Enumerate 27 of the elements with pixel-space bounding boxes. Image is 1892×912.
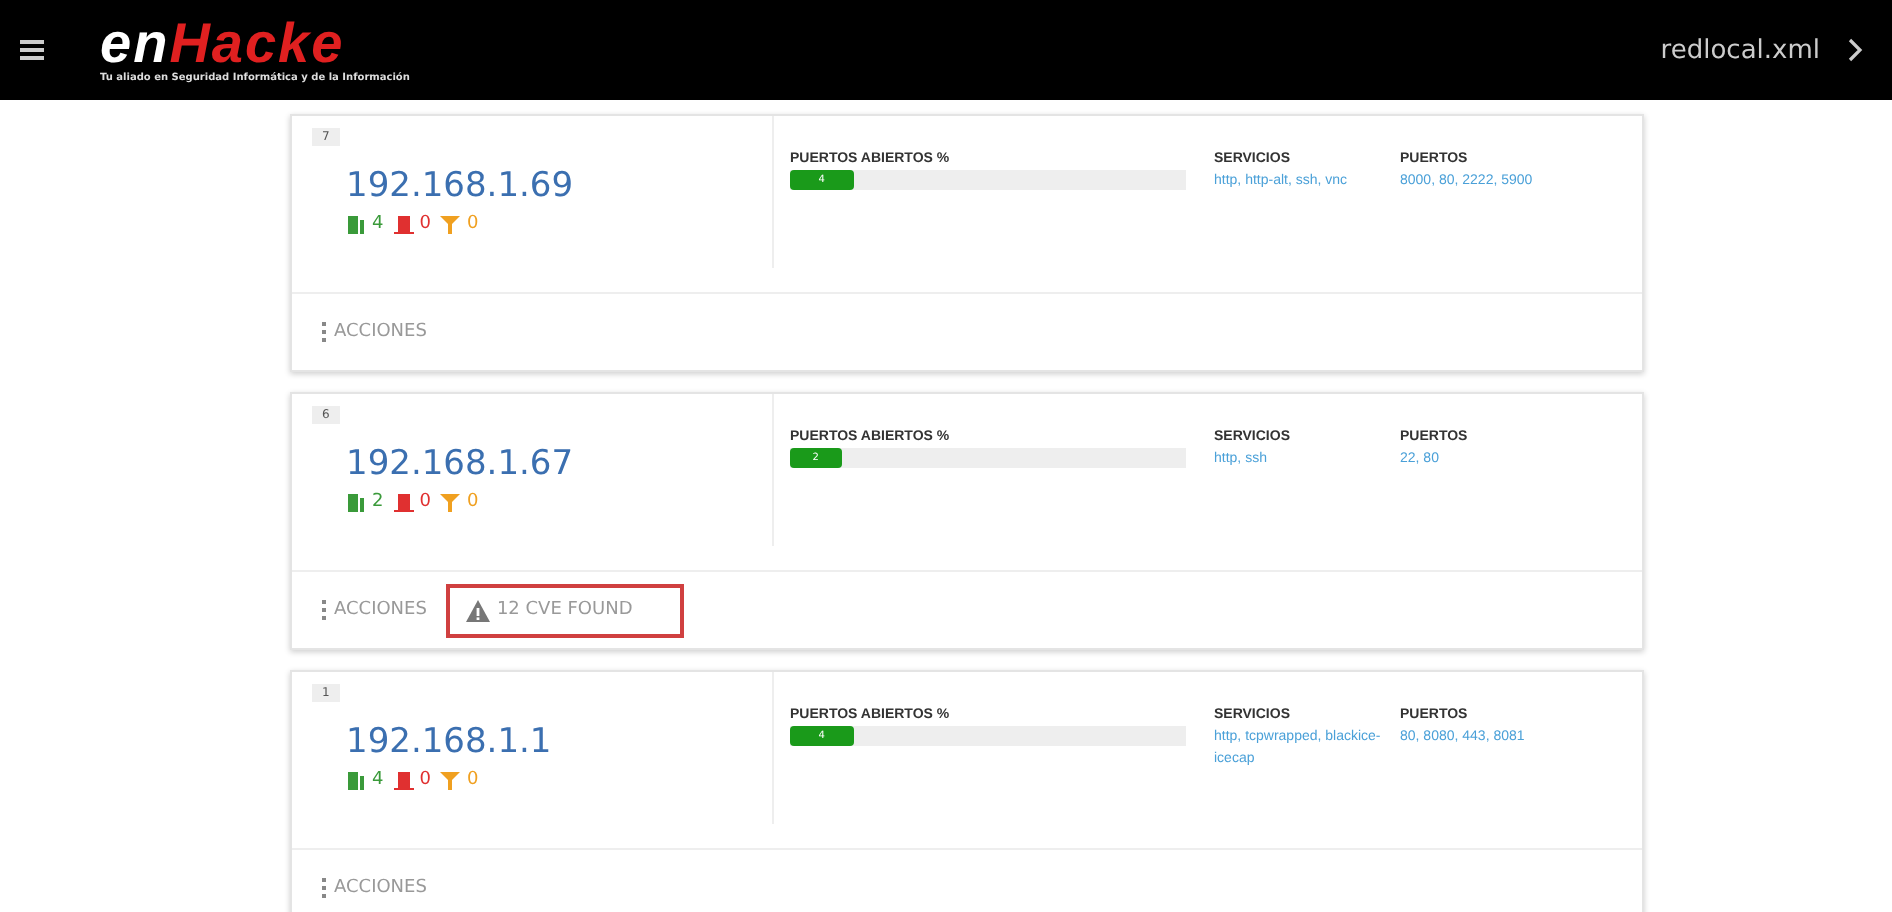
- count-value: 4: [372, 770, 384, 790]
- count-value: 0: [419, 770, 431, 790]
- kebab-icon: [322, 600, 328, 620]
- ip-address[interactable]: 192.168.1.67: [346, 444, 574, 484]
- count-value: 2: [372, 492, 384, 512]
- count-value: 0: [419, 214, 431, 234]
- cve-button[interactable]: 12 CVE FOUND: [446, 583, 685, 637]
- count-value: 4: [372, 214, 384, 234]
- count-value: 0: [419, 492, 431, 512]
- actions-button[interactable]: ACCIONES: [322, 878, 427, 898]
- filter-icon: [440, 770, 461, 790]
- warning-icon: [466, 599, 491, 621]
- count-value: 0: [466, 492, 479, 512]
- chevron-right-icon[interactable]: [1848, 38, 1864, 62]
- kebab-icon: [322, 322, 328, 342]
- ip-address[interactable]: 192.168.1.1: [346, 722, 552, 762]
- count-value: 0: [466, 770, 479, 790]
- ip-address[interactable]: 192.168.1.69: [346, 166, 574, 206]
- filter-icon: [440, 214, 461, 234]
- logo-text: enHacke: [100, 16, 345, 72]
- menu-icon[interactable]: [20, 40, 44, 60]
- actions-button[interactable]: ACCIONES: [322, 600, 427, 620]
- kebab-icon: [322, 878, 328, 898]
- file-name: redlocal.xml: [1660, 35, 1820, 65]
- count-value: 0: [466, 214, 479, 234]
- filter-icon: [440, 492, 461, 512]
- actions-button[interactable]: ACCIONES: [322, 322, 427, 342]
